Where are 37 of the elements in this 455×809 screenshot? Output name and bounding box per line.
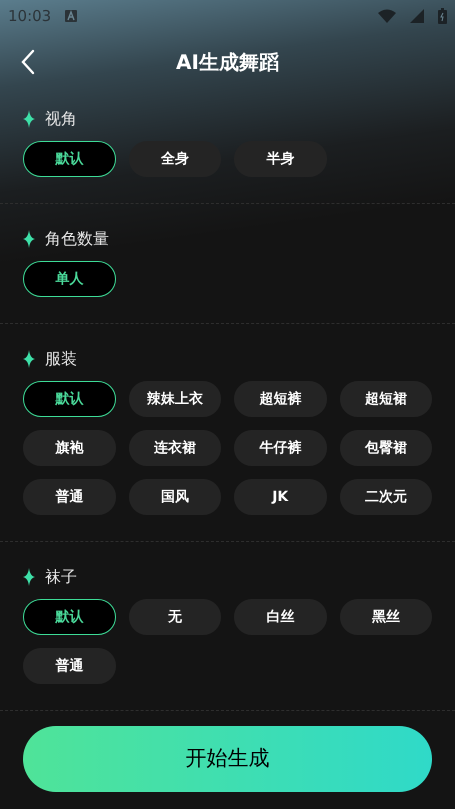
option-chip[interactable]: 半身 bbox=[234, 141, 326, 177]
section-title: 视角 bbox=[45, 108, 77, 130]
sparkle-icon bbox=[23, 230, 35, 248]
option-chip[interactable]: 包臀裙 bbox=[340, 430, 432, 466]
option-chip[interactable]: 二次元 bbox=[340, 479, 432, 515]
option-chip[interactable]: 白丝 bbox=[234, 599, 326, 635]
option-chip[interactable]: 普通 bbox=[23, 648, 116, 684]
option-chip[interactable]: 牛仔裤 bbox=[234, 430, 326, 466]
option-chip[interactable]: 普通 bbox=[23, 479, 116, 515]
generate-button[interactable]: 开始生成 bbox=[23, 726, 432, 792]
option-chip[interactable]: 默认 bbox=[23, 141, 116, 177]
section-title: 角色数量 bbox=[45, 228, 109, 250]
sparkle-icon bbox=[23, 350, 35, 368]
option-chip[interactable]: 旗袍 bbox=[23, 430, 116, 466]
wifi-icon bbox=[378, 9, 396, 23]
back-icon bbox=[21, 49, 35, 75]
page-title: AI生成舞蹈 bbox=[176, 49, 279, 76]
option-chip[interactable]: 全身 bbox=[128, 141, 221, 177]
option-chip[interactable]: 默认 bbox=[23, 381, 116, 417]
sparkle-icon bbox=[23, 568, 35, 586]
battery-icon bbox=[438, 8, 447, 24]
signal-icon bbox=[410, 9, 424, 23]
option-chip[interactable]: 黑丝 bbox=[340, 599, 432, 635]
option-chip[interactable]: 连衣裙 bbox=[128, 430, 221, 466]
notification-icon bbox=[65, 10, 78, 22]
section-title: 袜子 bbox=[45, 566, 77, 588]
status-time: 10:03 bbox=[8, 6, 52, 27]
option-chip[interactable]: 单人 bbox=[23, 261, 116, 297]
option-chip[interactable]: 超短裤 bbox=[234, 381, 326, 417]
sparkle-icon bbox=[23, 110, 35, 128]
option-chip[interactable]: JK bbox=[234, 479, 326, 515]
option-chip[interactable]: 辣妹上衣 bbox=[128, 381, 221, 417]
option-chip[interactable]: 超短裙 bbox=[340, 381, 432, 417]
option-chip[interactable]: 无 bbox=[128, 599, 221, 635]
option-chip[interactable]: 默认 bbox=[23, 599, 116, 635]
section-title: 服装 bbox=[45, 348, 77, 370]
option-chip[interactable]: 国风 bbox=[128, 479, 221, 515]
